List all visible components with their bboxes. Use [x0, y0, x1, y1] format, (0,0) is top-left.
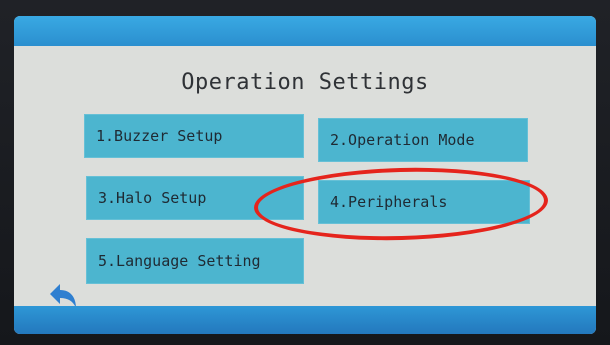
top-status-bar — [14, 16, 596, 46]
bottom-status-bar — [14, 306, 596, 334]
buzzer-setup-button[interactable]: 1.Buzzer Setup — [84, 114, 304, 158]
page-title: Operation Settings — [181, 70, 429, 95]
language-setting-button[interactable]: 5.Language Setting — [86, 238, 304, 284]
touch-screen: Operation Settings 1.Buzzer Setup 2.Oper… — [14, 16, 596, 334]
operation-mode-button[interactable]: 2.Operation Mode — [318, 118, 528, 162]
peripherals-button[interactable]: 4.Peripherals — [318, 180, 530, 224]
halo-setup-button[interactable]: 3.Halo Setup — [86, 176, 304, 220]
